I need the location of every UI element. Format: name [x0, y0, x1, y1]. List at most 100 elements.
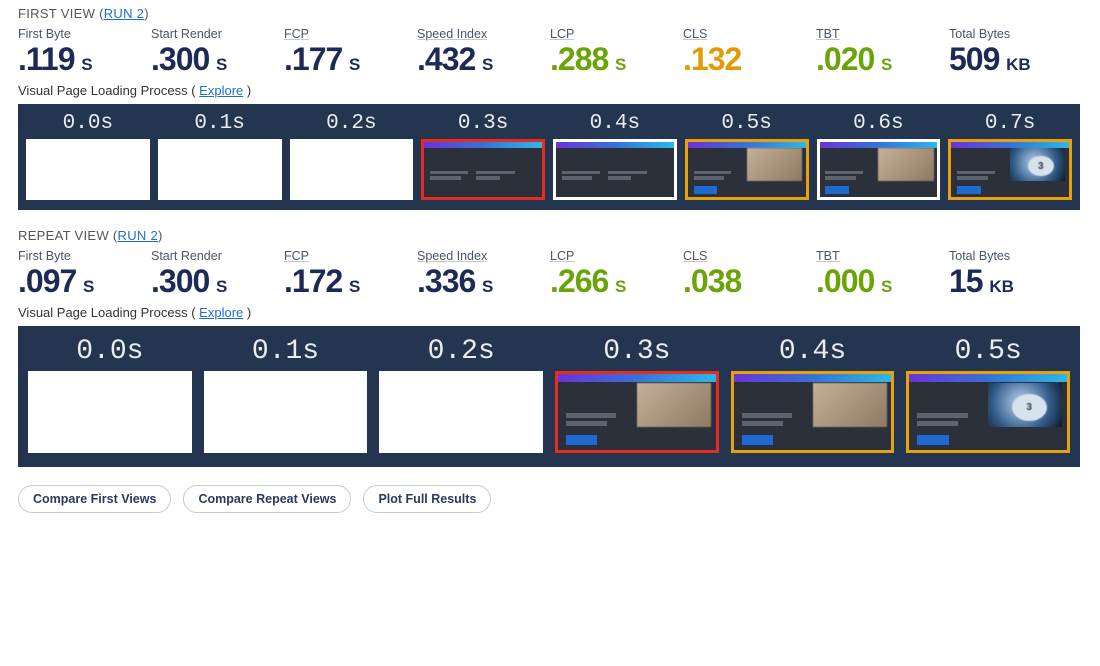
frame-time: 0.6s: [853, 112, 903, 135]
metric-value: .038: [683, 265, 816, 299]
frame-thumbnail[interactable]: [817, 139, 941, 201]
frame-thumbnail[interactable]: [379, 371, 543, 453]
frame-thumbnail[interactable]: [553, 139, 677, 201]
filmstrip-frame[interactable]: 0.3s: [555, 336, 719, 453]
filmstrip-frame[interactable]: 0.4s: [553, 112, 677, 201]
metric-value: .000 S: [816, 265, 949, 299]
repeat-view-metrics: First Byte.097 SStart Render.300 SFCP.17…: [18, 249, 1082, 299]
frame-thumbnail[interactable]: [685, 139, 809, 201]
compare-repeat-views-button[interactable]: Compare Repeat Views: [183, 485, 351, 513]
frame-time: 0.7s: [985, 112, 1035, 135]
metric-value: 509 KB: [949, 43, 1082, 77]
metric-unit: S: [477, 277, 493, 296]
frame-thumbnail[interactable]: [731, 371, 895, 453]
first-view-filmstrip: 0.0s 0.1s 0.2s 0.3s 0.4s 0.5s 0.6s 0.7s 3: [18, 104, 1080, 211]
metric-label: CLS: [683, 249, 816, 263]
filmstrip-frame[interactable]: 0.5s: [685, 112, 809, 201]
metric-fcp: FCP.177 S: [284, 27, 417, 77]
frame-time: 0.5s: [955, 336, 1022, 367]
plot-full-results-button[interactable]: Plot Full Results: [363, 485, 491, 513]
action-buttons: Compare First Views Compare Repeat Views…: [18, 485, 1082, 513]
filmstrip-frame[interactable]: 0.5s 3: [906, 336, 1070, 453]
metric-value: .336 S: [417, 265, 550, 299]
frame-thumbnail[interactable]: [26, 139, 150, 201]
frame-time: 0.3s: [458, 112, 508, 135]
metric-unit: KB: [985, 277, 1014, 296]
filmstrip-frame[interactable]: 0.6s: [817, 112, 941, 201]
metric-label: TBT: [816, 27, 949, 41]
metric-cls: CLS .132: [683, 27, 816, 77]
metric-value: .300 S: [151, 43, 284, 77]
metric-total-bytes: Total Bytes 15 KB: [949, 249, 1082, 299]
metric-value: 15 KB: [949, 265, 1082, 299]
repeat-view-filmstrip: 0.0s0.1s 0.2s 0.3s 0.4s 0.5s 3: [18, 326, 1080, 467]
metric-speed-index: Speed Index.336 S: [417, 249, 550, 299]
metric-unit: KB: [1001, 55, 1030, 74]
metric-label: First Byte: [18, 249, 151, 263]
frame-thumbnail[interactable]: [555, 371, 719, 453]
frame-time: 0.2s: [428, 336, 495, 367]
first-view-visual-heading: Visual Page Loading Process ( Explore ): [18, 83, 1082, 98]
filmstrip-frame[interactable]: 0.1s: [158, 112, 282, 201]
compare-first-views-button[interactable]: Compare First Views: [18, 485, 171, 513]
first-view-run-link[interactable]: RUN 2: [104, 6, 145, 21]
metric-label: TBT: [816, 249, 949, 263]
frame-thumbnail[interactable]: [158, 139, 282, 201]
frame-thumbnail[interactable]: [204, 371, 368, 453]
metric-value: .132: [683, 43, 816, 77]
metric-first-byte: First Byte.119 S: [18, 27, 151, 77]
frame-thumbnail[interactable]: [421, 139, 545, 201]
metric-unit: S: [876, 277, 892, 296]
frame-thumbnail[interactable]: [28, 371, 192, 453]
repeat-view-run-link[interactable]: RUN 2: [118, 228, 159, 243]
metric-unit: S: [876, 55, 892, 74]
filmstrip-frame[interactable]: 0.2s: [290, 112, 414, 201]
metric-label: Start Render: [151, 249, 284, 263]
frame-time: 0.4s: [590, 112, 640, 135]
metric-label: FCP: [284, 27, 417, 41]
filmstrip-frame[interactable]: 0.2s: [379, 336, 543, 453]
metric-value: .288 S: [550, 43, 683, 77]
metric-value: .020 S: [816, 43, 949, 77]
filmstrip-frame[interactable]: 0.0s: [28, 336, 192, 453]
metric-label: Start Render: [151, 27, 284, 41]
repeat-view-explore-link[interactable]: Explore: [199, 305, 243, 320]
metric-total-bytes: Total Bytes 509 KB: [949, 27, 1082, 77]
metric-lcp: LCP .288 S: [550, 27, 683, 77]
filmstrip-frame[interactable]: 0.7s 3: [948, 112, 1072, 201]
frame-time: 0.4s: [779, 336, 846, 367]
metric-label: Speed Index: [417, 27, 550, 41]
metric-start-render: Start Render .300 S: [151, 27, 284, 77]
metric-label: LCP: [550, 249, 683, 263]
frame-thumbnail[interactable]: 3: [948, 139, 1072, 201]
frame-time: 0.0s: [63, 112, 113, 135]
metric-fcp: FCP.172 S: [284, 249, 417, 299]
metric-unit: S: [211, 277, 227, 296]
metric-label: Total Bytes: [949, 27, 1082, 41]
metric-value: .266 S: [550, 265, 683, 299]
metric-cls: CLS .038: [683, 249, 816, 299]
metric-label: Total Bytes: [949, 249, 1082, 263]
filmstrip-frame[interactable]: 0.4s: [731, 336, 895, 453]
frame-thumbnail[interactable]: [290, 139, 414, 201]
metric-unit: S: [77, 55, 93, 74]
metric-label: LCP: [550, 27, 683, 41]
repeat-view-heading: REPEAT VIEW (RUN 2): [18, 228, 1082, 243]
filmstrip-frame[interactable]: 0.3s: [421, 112, 545, 201]
metric-unit: S: [477, 55, 493, 74]
filmstrip-frame[interactable]: 0.1s: [204, 336, 368, 453]
metric-unit: S: [344, 277, 360, 296]
metric-lcp: LCP .266 S: [550, 249, 683, 299]
metric-value: .097 S: [18, 265, 151, 299]
first-view-heading: FIRST VIEW (RUN 2): [18, 6, 1082, 21]
metric-unit: S: [211, 55, 227, 74]
metric-speed-index: Speed Index .432 S: [417, 27, 550, 77]
first-view-explore-link[interactable]: Explore: [199, 83, 243, 98]
frame-thumbnail[interactable]: 3: [906, 371, 1070, 453]
metric-label: First Byte: [18, 27, 151, 41]
filmstrip-frame[interactable]: 0.0s: [26, 112, 150, 201]
metric-label: CLS: [683, 27, 816, 41]
frame-time: 0.2s: [326, 112, 376, 135]
frame-time: 0.5s: [721, 112, 771, 135]
metric-value: .432 S: [417, 43, 550, 77]
